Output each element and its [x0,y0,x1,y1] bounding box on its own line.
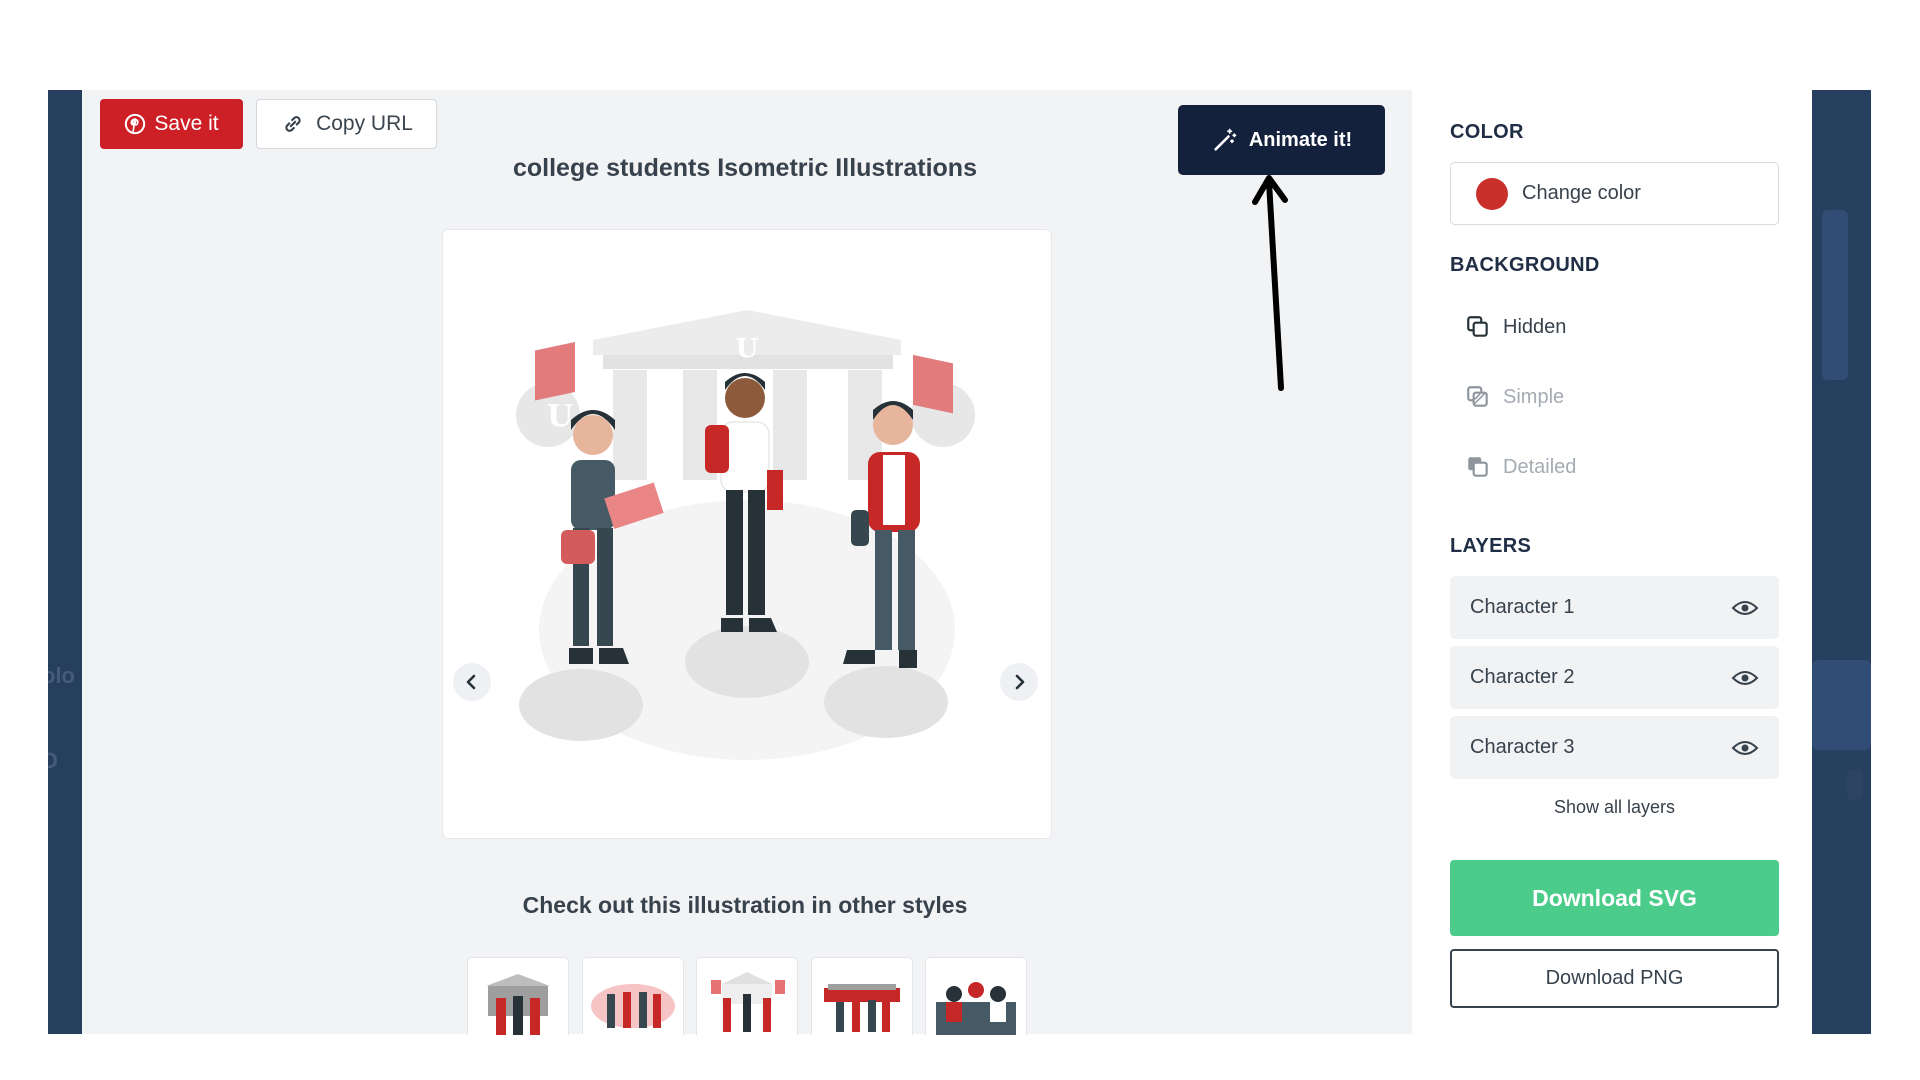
layers-hidden-icon [1467,316,1488,337]
background-section-label: BACKGROUND [1450,254,1600,276]
eye-icon[interactable] [1731,598,1759,618]
previous-arrow-button[interactable] [453,663,491,701]
style-thumbnail[interactable] [811,957,913,1035]
layer-label: Character 3 [1470,736,1575,758]
college-students-illustration: U U [516,310,975,760]
style-thumbnail[interactable] [696,957,798,1035]
thumbnail-image [711,972,785,1032]
background-option-hidden[interactable]: Hidden [1465,309,1765,345]
thumbnail-image [486,974,550,1035]
background-option-detailed[interactable]: Detailed [1465,449,1765,485]
color-swatch [1476,177,1508,210]
style-thumbnail[interactable] [467,957,569,1035]
thumbnail-image [591,984,675,1028]
save-it-button[interactable]: Save it [100,99,243,149]
animate-it-label: Animate it! [1248,128,1353,151]
chevron-right-icon [1015,674,1025,690]
show-all-layers-link[interactable]: Show all layers [1450,797,1779,818]
copy-url-label: Copy URL [316,112,413,135]
style-thumbnail[interactable] [925,957,1027,1035]
chevron-left-icon [466,674,476,690]
layer-row-character-1[interactable]: Character 1 [1450,576,1779,639]
layer-row-character-3[interactable]: Character 3 [1450,716,1779,779]
backdrop-ghost-text: D [48,748,58,773]
animate-it-button[interactable]: Animate it! [1178,105,1385,175]
thumbnail-image [936,982,1016,1035]
backdrop-right [1812,90,1871,1034]
layer-row-character-2[interactable]: Character 2 [1450,646,1779,709]
background-option-label: Hidden [1503,315,1567,338]
link-icon [285,116,301,132]
eye-icon[interactable] [1731,738,1759,758]
thumbnail-image [824,984,900,1032]
svg-text:U: U [736,334,759,364]
backdrop-left: olo D [48,90,82,1034]
backdrop-shape [1847,770,1863,800]
pinterest-icon [125,113,146,135]
color-section-label: COLOR [1450,121,1524,143]
copy-url-button[interactable]: Copy URL [256,99,437,149]
other-styles-heading: Check out this illustration in other sty… [522,892,968,918]
style-thumbnail[interactable] [582,957,684,1035]
annotation-arrow [1252,175,1288,391]
layer-label: Character 2 [1470,666,1575,688]
backdrop-shape [1812,660,1871,750]
background-option-label: Simple [1503,385,1565,408]
layers-simple-icon [1467,386,1488,407]
layer-label: Character 1 [1470,596,1575,618]
download-svg-button[interactable]: Download SVG [1450,860,1779,936]
change-color-button[interactable]: Change color [1450,162,1779,225]
change-color-label: Change color [1522,182,1641,204]
backdrop-shape [1822,210,1848,380]
eye-icon[interactable] [1731,668,1759,688]
download-png-button[interactable]: Download PNG [1450,949,1779,1008]
layers-section-label: LAYERS [1450,535,1532,557]
background-option-simple[interactable]: Simple [1465,379,1765,415]
svg-text:U: U [547,399,573,434]
save-it-label: Save it [154,112,219,135]
next-arrow-button[interactable] [1000,663,1038,701]
page-title: college students Isometric Illustrations [512,154,977,182]
illustration-preview: U U [442,229,1052,839]
layers-detailed-icon [1468,457,1488,477]
background-option-label: Detailed [1503,455,1577,478]
backdrop-ghost-text: olo [48,663,75,688]
magic-wand-icon [1214,128,1237,151]
